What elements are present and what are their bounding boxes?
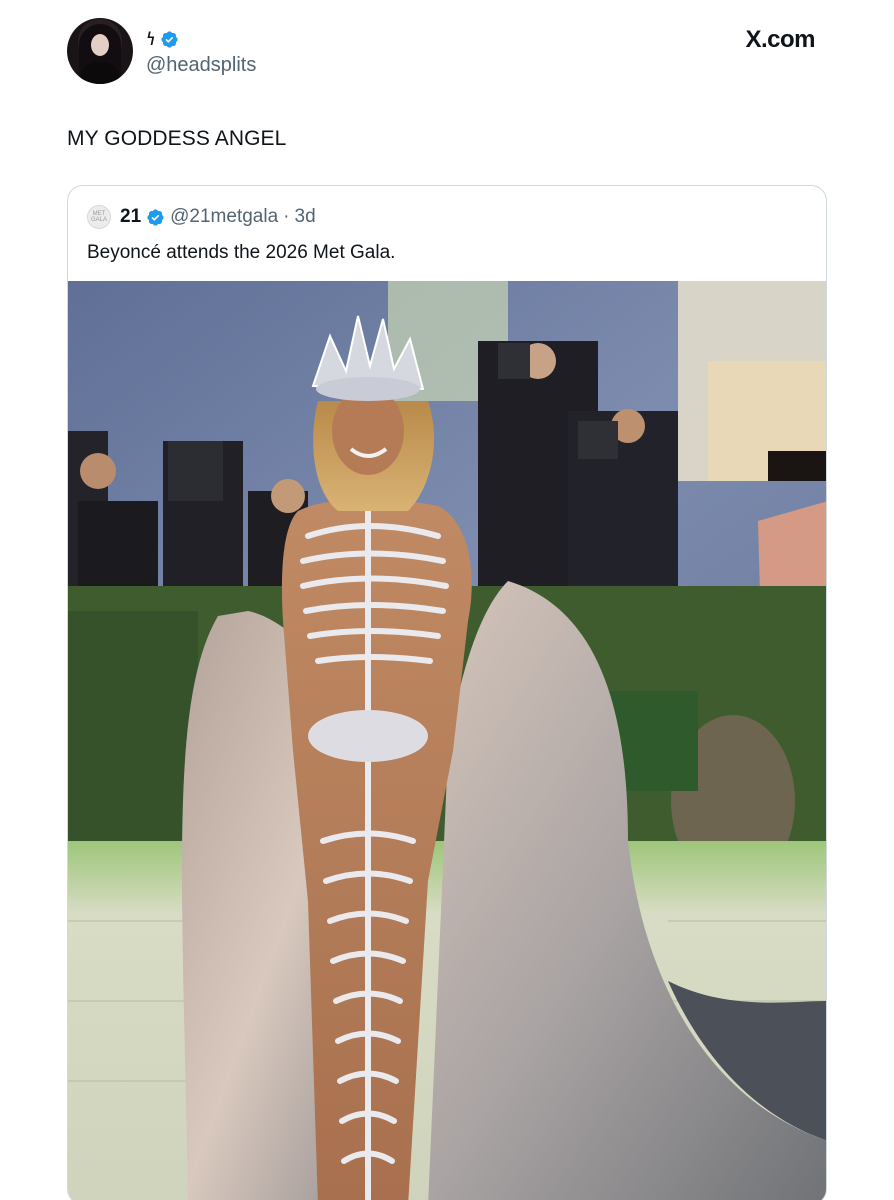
author-handle[interactable]: @headsplits bbox=[146, 54, 256, 77]
post-header: 𐓏 @headsplits X.com bbox=[67, 18, 827, 88]
verified-badge-icon bbox=[147, 208, 164, 226]
quoted-author-avatar[interactable]: MET GALA bbox=[87, 205, 111, 229]
separator-dot: · bbox=[283, 206, 290, 227]
author-name-row[interactable]: 𐓏 bbox=[146, 28, 179, 50]
x-logo-icon[interactable]: X.com bbox=[745, 26, 815, 54]
quoted-post-card[interactable]: MET GALA 21 @21metgala · 3d Beyoncé atte… bbox=[67, 185, 827, 1200]
quoted-post-header: MET GALA 21 @21metgala · 3d bbox=[87, 204, 316, 230]
quoted-author-handle[interactable]: @21metgala bbox=[170, 206, 278, 228]
verified-badge-icon bbox=[161, 30, 178, 48]
photo-illustration bbox=[68, 281, 826, 1200]
author-display-name[interactable]: 𐓏 bbox=[146, 29, 156, 49]
author-avatar[interactable] bbox=[67, 18, 133, 84]
quoted-author-name[interactable]: 21 bbox=[120, 206, 141, 228]
post-text: MY GODDESS ANGEL bbox=[67, 127, 287, 150]
quoted-post-text: Beyoncé attends the 2026 Met Gala. bbox=[87, 242, 396, 263]
quoted-post-photo[interactable] bbox=[68, 281, 826, 1200]
quoted-post-timestamp[interactable]: 3d bbox=[295, 206, 316, 228]
